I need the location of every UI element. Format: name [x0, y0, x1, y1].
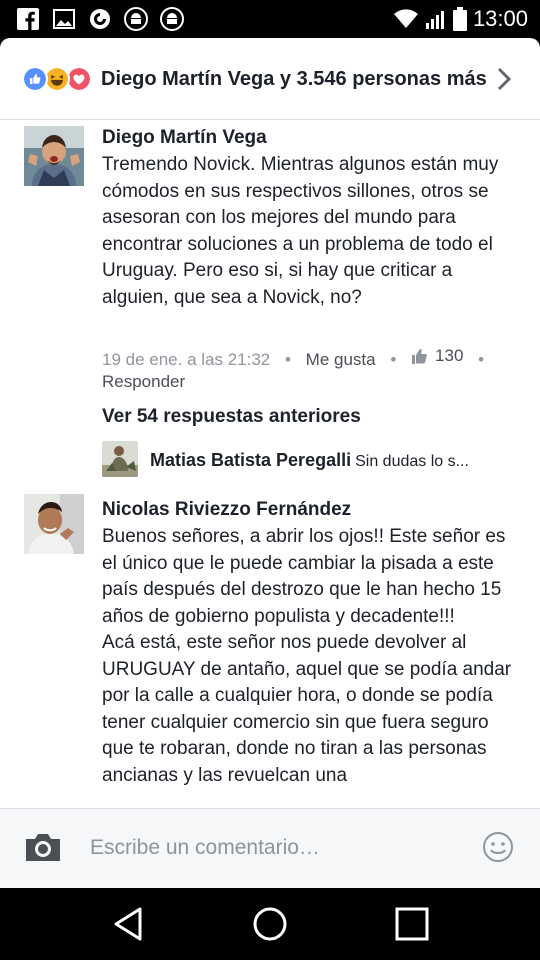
home-icon[interactable] — [250, 904, 290, 944]
wifi-icon — [393, 9, 418, 28]
comments-sheet: Diego Martín Vega y 3.546 personas más D… — [0, 38, 540, 888]
avatar[interactable] — [24, 494, 84, 554]
navigation-bar — [0, 888, 540, 960]
comment-text: Tremendo Novick. Mientras algunos están … — [102, 154, 499, 308]
reactions-header[interactable]: Diego Martín Vega y 3.546 personas más — [0, 38, 540, 120]
camera-icon[interactable] — [24, 831, 62, 863]
comment-body: Diego Martín Vega Tremendo Novick. Mient… — [102, 126, 522, 311]
reaction-icons — [22, 66, 96, 92]
status-bar-notifications — [16, 7, 184, 31]
reply-snippet: Sin dudas lo s... — [355, 453, 469, 470]
back-icon[interactable] — [108, 904, 148, 944]
like-count[interactable]: 130 — [411, 345, 463, 367]
android-icon — [124, 7, 148, 31]
battery-icon — [452, 7, 467, 31]
reply-preview[interactable]: Matias Batista Peregalli Sin dudas lo s..… — [102, 440, 522, 480]
reply-button[interactable]: Responder — [102, 371, 522, 393]
like-reaction-icon — [22, 66, 48, 92]
comment-meta: 19 de ene. a las 21:32 • Me gusta • 130 … — [102, 345, 522, 393]
emoji-icon[interactable] — [482, 831, 514, 863]
avatar[interactable] — [102, 441, 138, 477]
comment-author[interactable]: Nicolas Riviezzo Fernández — [102, 498, 522, 522]
signal-icon — [425, 11, 444, 29]
reply-author[interactable]: Matias Batista Peregalli — [150, 450, 351, 470]
avatar[interactable] — [24, 126, 84, 186]
reactions-summary: Diego Martín Vega y 3.546 personas más — [101, 68, 487, 90]
comment-composer — [0, 808, 540, 888]
android-icon — [160, 7, 184, 31]
clock: 13:00 — [472, 6, 528, 31]
status-bar-system: 13:00 — [393, 6, 528, 32]
facebook-icon — [17, 8, 39, 30]
view-previous-replies-link[interactable]: Ver 54 respuestas anteriores — [102, 406, 361, 428]
comment-input[interactable] — [90, 831, 450, 865]
reply-preview-text: Matias Batista Peregalli Sin dudas lo s..… — [150, 450, 520, 471]
recents-icon[interactable] — [392, 904, 432, 944]
comment-body: Nicolas Riviezzo Fernández Buenos señore… — [102, 498, 522, 808]
status-bar: 13:00 — [0, 0, 540, 38]
comment-text: Buenos señores, a abrir los ojos!! Este … — [102, 526, 512, 786]
like-button[interactable]: Me gusta — [306, 350, 376, 369]
thumbs-up-icon — [412, 349, 427, 364]
comment-author[interactable]: Diego Martín Vega — [102, 126, 522, 150]
gallery-icon — [53, 9, 75, 29]
comment-timestamp: 19 de ene. a las 21:32 — [102, 350, 271, 369]
sync-icon — [90, 9, 110, 29]
chevron-right-icon — [497, 67, 512, 91]
